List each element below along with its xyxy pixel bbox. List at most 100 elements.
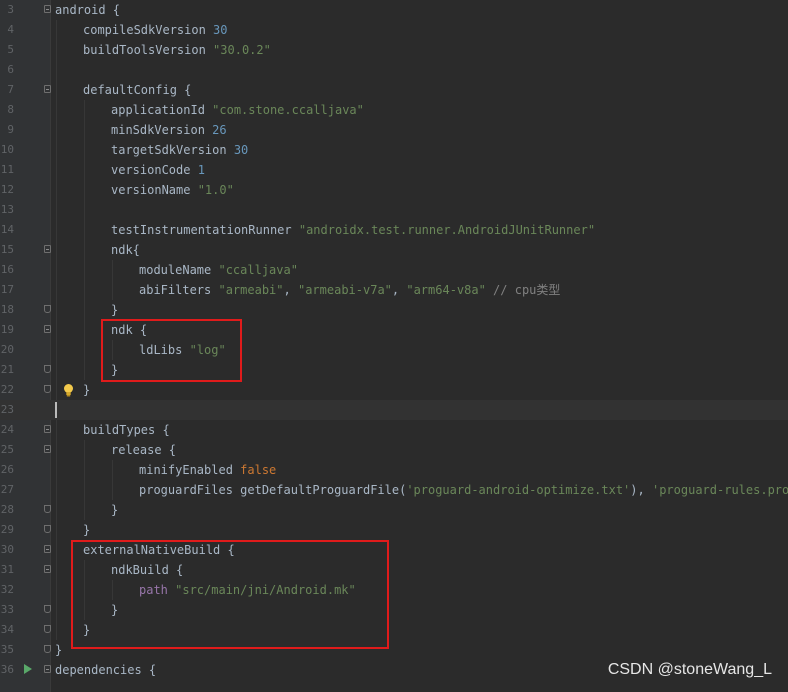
- code-line[interactable]: 18}: [0, 300, 788, 320]
- fold-end-icon[interactable]: [44, 625, 51, 633]
- code-line[interactable]: 26 minifyEnabled false: [0, 460, 788, 480]
- line-number: 10: [0, 143, 14, 156]
- indent-guide: [56, 140, 57, 160]
- code-text[interactable]: }: [55, 640, 62, 660]
- code-text[interactable]: buildToolsVersion "30.0.2": [83, 40, 271, 60]
- code-text[interactable]: proguardFiles getDefaultProguardFile('pr…: [139, 480, 788, 500]
- code-text[interactable]: compileSdkVersion 30: [83, 20, 228, 40]
- indent-guide: [56, 320, 57, 340]
- fold-expand-icon[interactable]: [44, 545, 51, 553]
- fold-expand-icon[interactable]: [44, 445, 51, 453]
- code-token: // cpu类型: [485, 283, 561, 297]
- code-text[interactable]: versionName "1.0": [111, 180, 234, 200]
- code-text[interactable]: targetSdkVersion 30: [111, 140, 248, 160]
- code-token: testInstrumentationRunner: [111, 223, 299, 237]
- fold-end-icon[interactable]: [44, 385, 51, 393]
- code-text[interactable]: applicationId "com.stone.ccalljava": [111, 100, 364, 120]
- code-text[interactable]: defaultConfig {: [83, 80, 191, 100]
- watermark: CSDN @stoneWang_L: [607, 661, 772, 678]
- indent-guide: [56, 120, 57, 140]
- fold-end-icon[interactable]: [44, 605, 51, 613]
- line-number: 15: [0, 243, 14, 256]
- fold-end-icon[interactable]: [44, 305, 51, 313]
- code-line[interactable]: 10 targetSdkVersion 30: [0, 140, 788, 160]
- code-line[interactable]: 22}: [0, 380, 788, 400]
- code-line[interactable]: 15 ndk{: [0, 240, 788, 260]
- line-number: 26: [0, 463, 14, 476]
- code-line[interactable]: 7 defaultConfig {: [0, 80, 788, 100]
- fold-expand-icon[interactable]: [44, 85, 51, 93]
- code-text[interactable]: release {: [111, 440, 176, 460]
- code-line[interactable]: 4 compileSdkVersion 30: [0, 20, 788, 40]
- code-line[interactable]: 16 moduleName "ccalljava": [0, 260, 788, 280]
- code-line[interactable]: 25 release {: [0, 440, 788, 460]
- code-line[interactable]: 12 versionName "1.0": [0, 180, 788, 200]
- code-text[interactable]: minifyEnabled false: [139, 460, 276, 480]
- run-icon[interactable]: [24, 664, 32, 674]
- code-text[interactable]: versionCode 1: [111, 160, 205, 180]
- code-text[interactable]: }: [111, 500, 118, 520]
- code-text[interactable]: moduleName "ccalljava": [139, 260, 298, 280]
- code-text[interactable]: dependencies {: [55, 660, 156, 680]
- code-text[interactable]: buildTypes {: [83, 420, 170, 440]
- code-line[interactable]: 23: [0, 400, 788, 420]
- code-token: "androidx.test.runner.AndroidJUnitRunner…: [298, 223, 596, 237]
- line-number: 19: [0, 323, 14, 336]
- fold-end-icon[interactable]: [44, 645, 51, 653]
- lightbulb-icon[interactable]: [62, 383, 75, 397]
- code-text[interactable]: android {: [55, 0, 120, 20]
- code-line[interactable]: 14 testInstrumentationRunner "androidx.te…: [0, 220, 788, 240]
- line-number: 31: [0, 563, 14, 576]
- line-number: 9: [7, 123, 14, 136]
- line-number: 20: [0, 343, 14, 356]
- code-text[interactable]: }: [111, 300, 118, 320]
- code-line[interactable]: 9 minSdkVersion 26: [0, 120, 788, 140]
- code-line[interactable]: 29}: [0, 520, 788, 540]
- code-text[interactable]: }: [83, 380, 90, 400]
- indent-guide: [56, 20, 57, 40]
- line-number: 35: [0, 643, 14, 656]
- fold-expand-icon[interactable]: [44, 325, 51, 333]
- code-line[interactable]: 11 versionCode 1: [0, 160, 788, 180]
- indent-guide: [84, 160, 85, 180]
- code-text[interactable]: ndk{: [111, 240, 140, 260]
- code-line[interactable]: 17 abiFilters "armeabi", "armeabi-v7a", "…: [0, 280, 788, 300]
- code-line[interactable]: 13: [0, 200, 788, 220]
- fold-expand-icon[interactable]: [44, 425, 51, 433]
- fold-expand-icon[interactable]: [44, 565, 51, 573]
- line-number: 30: [0, 543, 14, 556]
- fold-end-icon[interactable]: [44, 525, 51, 533]
- indent-guide: [84, 440, 85, 460]
- indent-guide: [56, 220, 57, 240]
- indent-guide: [56, 560, 57, 580]
- code-token: 30: [213, 23, 228, 37]
- code-token: "armeabi-v7a": [297, 283, 392, 297]
- code-line[interactable]: 27 proguardFiles getDefaultProguardFile('…: [0, 480, 788, 500]
- code-line[interactable]: 24 buildTypes {: [0, 420, 788, 440]
- fold-end-icon[interactable]: [44, 505, 51, 513]
- code-token: 30: [233, 143, 249, 157]
- code-line[interactable]: 8 applicationId "com.stone.ccalljava": [0, 100, 788, 120]
- code-token: 26: [212, 123, 227, 137]
- fold-expand-icon[interactable]: [44, 5, 51, 13]
- code-line[interactable]: 6: [0, 60, 788, 80]
- line-number: 3: [7, 3, 14, 16]
- code-line[interactable]: 3 android {: [0, 0, 788, 20]
- fold-expand-icon[interactable]: [44, 665, 51, 673]
- indent-guide: [84, 460, 85, 480]
- line-number: 27: [0, 483, 14, 496]
- fold-expand-icon[interactable]: [44, 245, 51, 253]
- indent-guide: [112, 280, 113, 300]
- fold-end-icon[interactable]: [44, 365, 51, 373]
- code-token: applicationId: [111, 103, 213, 117]
- code-token: }: [55, 643, 63, 657]
- indent-guide: [84, 340, 85, 360]
- code-text[interactable]: abiFilters "armeabi", "armeabi-v7a", "ar…: [139, 280, 560, 300]
- code-line[interactable]: 5 buildToolsVersion "30.0.2": [0, 40, 788, 60]
- code-text[interactable]: minSdkVersion 26: [111, 120, 227, 140]
- code-text[interactable]: }: [83, 520, 90, 540]
- code-line[interactable]: 28}: [0, 500, 788, 520]
- code-token: buildToolsVersion: [83, 43, 214, 57]
- indent-guide: [84, 320, 85, 340]
- code-text[interactable]: testInstrumentationRunner "androidx.test…: [111, 220, 595, 240]
